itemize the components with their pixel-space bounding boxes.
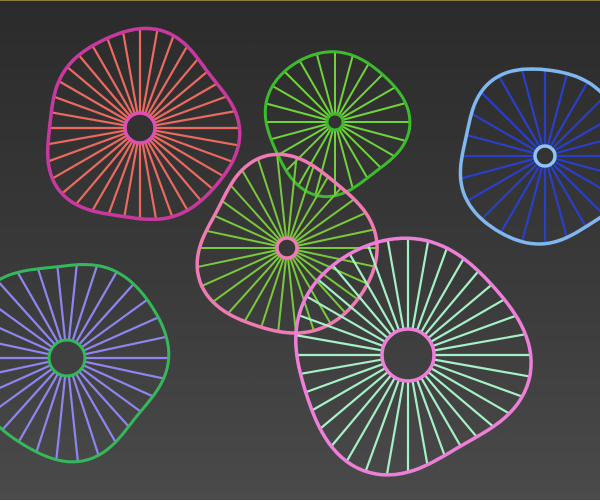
spoke-line <box>431 362 522 398</box>
spoke-line <box>18 372 60 442</box>
spoke-line <box>296 334 384 352</box>
hub-ring <box>275 236 299 260</box>
spoke-line <box>80 367 141 412</box>
spoke-line <box>411 241 429 331</box>
hub-ring <box>325 112 345 132</box>
spoke-line <box>74 372 116 442</box>
viewport[interactable] <box>0 0 600 500</box>
spoke-line <box>367 245 401 332</box>
spoke-line <box>301 358 384 375</box>
spoke-line <box>257 159 285 240</box>
spoke-line <box>17 272 60 344</box>
spoke-line <box>553 157 600 172</box>
hub-ring <box>123 111 157 145</box>
disc-green-violet[interactable] <box>0 263 171 464</box>
hub-ring <box>47 338 87 378</box>
outer-ring <box>294 236 533 477</box>
spoke-line <box>339 126 381 168</box>
spoke-line <box>415 378 446 455</box>
spoke-line <box>432 333 525 352</box>
spoke-line <box>365 378 401 471</box>
disc-pink-red[interactable] <box>45 26 242 222</box>
spoke-line <box>411 379 429 465</box>
spoke-line <box>386 379 405 475</box>
scene-canvas[interactable] <box>0 1 600 501</box>
spoke-line <box>431 315 516 348</box>
disc-blue[interactable] <box>458 67 600 246</box>
hub-ring <box>380 327 436 383</box>
spoke-line <box>432 358 530 378</box>
disc-green[interactable] <box>263 50 412 199</box>
spoke-line <box>552 159 600 190</box>
spoke-line <box>415 248 448 332</box>
spoke-line <box>386 240 405 331</box>
hub-ring <box>533 144 557 168</box>
spoke-line <box>82 364 153 397</box>
spoke-line <box>552 122 600 153</box>
outer-ring <box>45 26 242 222</box>
spoke-line <box>74 272 118 344</box>
disc-pink-mint[interactable] <box>294 236 533 477</box>
spoke-line <box>306 362 385 393</box>
